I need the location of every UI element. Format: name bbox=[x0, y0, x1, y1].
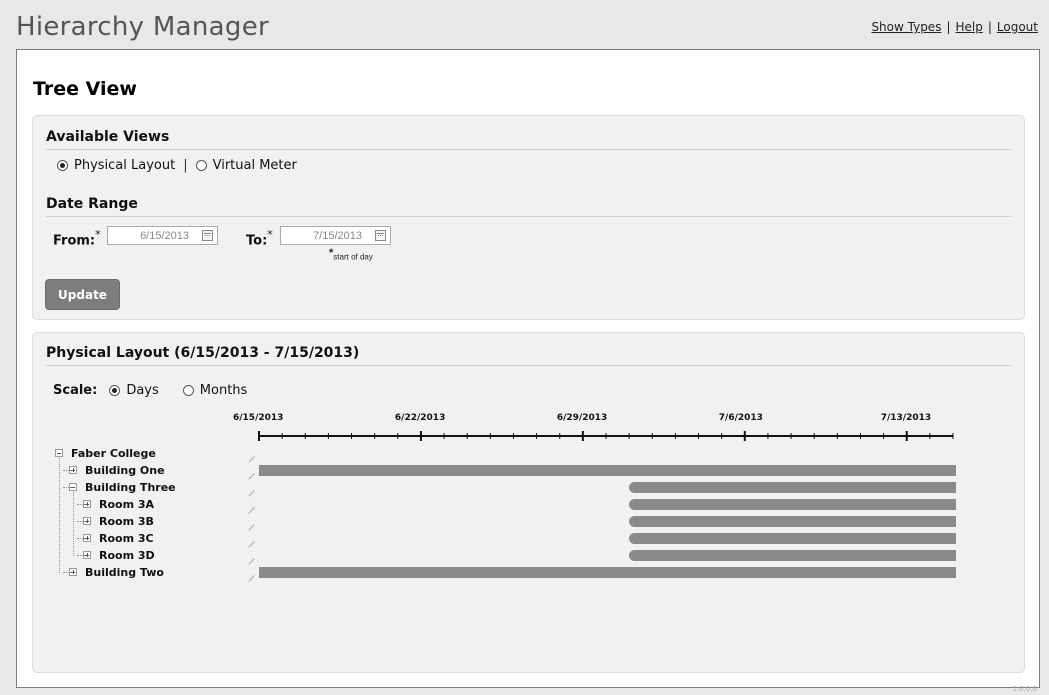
tree-node: Room 3C bbox=[83, 530, 154, 546]
filters-panel: Available Views Physical Layout | Virtua… bbox=[32, 115, 1025, 320]
edit-icon[interactable] bbox=[247, 516, 257, 531]
tree-node-label[interactable]: Room 3C bbox=[99, 532, 154, 545]
edit-icon[interactable] bbox=[247, 550, 257, 565]
timeline-bar[interactable] bbox=[629, 516, 956, 527]
tree-connector bbox=[63, 470, 71, 471]
to-date-input[interactable]: 7/15/2013 bbox=[280, 226, 391, 245]
version-label: 1.0.0.0 bbox=[1012, 685, 1038, 693]
views-separator: | bbox=[183, 158, 188, 173]
physical-layout-radio[interactable] bbox=[57, 160, 68, 171]
edit-icon[interactable] bbox=[247, 482, 257, 497]
collapse-icon[interactable] bbox=[55, 449, 63, 457]
tree-node: Room 3D bbox=[83, 547, 155, 563]
views-radio-group: Physical Layout | Virtual Meter bbox=[57, 158, 297, 173]
help-link[interactable]: Help bbox=[956, 20, 983, 34]
edit-icon[interactable] bbox=[247, 448, 257, 463]
from-date-value: 6/15/2013 bbox=[140, 229, 189, 242]
tree-node-label[interactable]: Building Three bbox=[85, 481, 176, 494]
tree-node-label[interactable]: Building Two bbox=[85, 566, 164, 579]
edit-icon[interactable] bbox=[247, 499, 257, 514]
timeline-bar[interactable] bbox=[629, 533, 956, 544]
tree-node: Faber College bbox=[55, 445, 156, 461]
edit-icon[interactable] bbox=[247, 567, 257, 582]
tree-connector bbox=[77, 521, 85, 522]
required-mark: * bbox=[267, 228, 273, 241]
tree-node-label[interactable]: Room 3A bbox=[99, 498, 154, 511]
tree-node-label[interactable]: Room 3B bbox=[99, 515, 154, 528]
timeline-bar[interactable] bbox=[629, 550, 956, 561]
calendar-icon[interactable] bbox=[375, 230, 386, 241]
tree-connector bbox=[77, 538, 85, 539]
app-title: Hierarchy Manager bbox=[16, 12, 270, 42]
physical-layout-label[interactable]: Physical Layout bbox=[74, 158, 175, 173]
nav-separator: | bbox=[946, 20, 951, 34]
page-title: Tree View bbox=[33, 78, 137, 100]
virtual-meter-radio[interactable] bbox=[195, 160, 207, 171]
tree-node: Building One bbox=[69, 462, 165, 478]
tree-node: Room 3B bbox=[83, 513, 154, 529]
tree-connector bbox=[77, 504, 85, 505]
main-content: Tree View Available Views Physical Layou… bbox=[16, 49, 1040, 688]
tree-node-label[interactable]: Room 3D bbox=[99, 549, 155, 562]
update-button[interactable]: Update bbox=[45, 279, 120, 310]
tree-connector bbox=[63, 487, 71, 488]
available-views-title: Available Views bbox=[46, 129, 1011, 150]
timeline-bar[interactable] bbox=[259, 567, 956, 578]
tree-node-label[interactable]: Building One bbox=[85, 464, 165, 477]
required-mark: * bbox=[95, 228, 101, 241]
tree-node: Room 3A bbox=[83, 496, 154, 512]
tree-node-label[interactable]: Faber College bbox=[71, 447, 156, 460]
edit-icon[interactable] bbox=[247, 465, 257, 480]
physical-layout-panel: Physical Layout (6/15/2013 - 7/15/2013) … bbox=[32, 332, 1025, 673]
timeline-bar[interactable] bbox=[629, 482, 956, 493]
to-date-value: 7/15/2013 bbox=[313, 229, 362, 242]
to-label: To: bbox=[246, 233, 268, 249]
tree-node: Building Two bbox=[69, 564, 164, 580]
date-range-title: Date Range bbox=[46, 196, 1011, 217]
virtual-meter-label[interactable]: Virtual Meter bbox=[213, 158, 297, 173]
timeline-bar[interactable] bbox=[629, 499, 956, 510]
from-date-input[interactable]: 6/15/2013 bbox=[107, 226, 218, 245]
timeline-bar[interactable] bbox=[259, 465, 956, 476]
logout-link[interactable]: Logout bbox=[997, 20, 1038, 34]
top-nav: Show Types | Help | Logout bbox=[871, 20, 1038, 34]
calendar-icon[interactable] bbox=[202, 230, 213, 241]
tree-connector bbox=[77, 555, 85, 556]
tree-connector bbox=[63, 572, 71, 573]
tree-connector bbox=[73, 492, 74, 556]
start-of-day-text: start of day bbox=[333, 252, 373, 262]
timeline-axis bbox=[258, 431, 954, 441]
to-label-wrap: To:* bbox=[246, 228, 273, 248]
tree-connector bbox=[59, 458, 60, 573]
from-label: From: bbox=[53, 233, 96, 249]
edit-icon[interactable] bbox=[247, 533, 257, 548]
show-types-link[interactable]: Show Types bbox=[871, 20, 941, 34]
tree-node: Building Three bbox=[69, 479, 176, 495]
nav-separator: | bbox=[987, 20, 992, 34]
start-of-day-note: *start of day bbox=[329, 247, 373, 262]
from-label-wrap: From:* bbox=[53, 228, 101, 248]
